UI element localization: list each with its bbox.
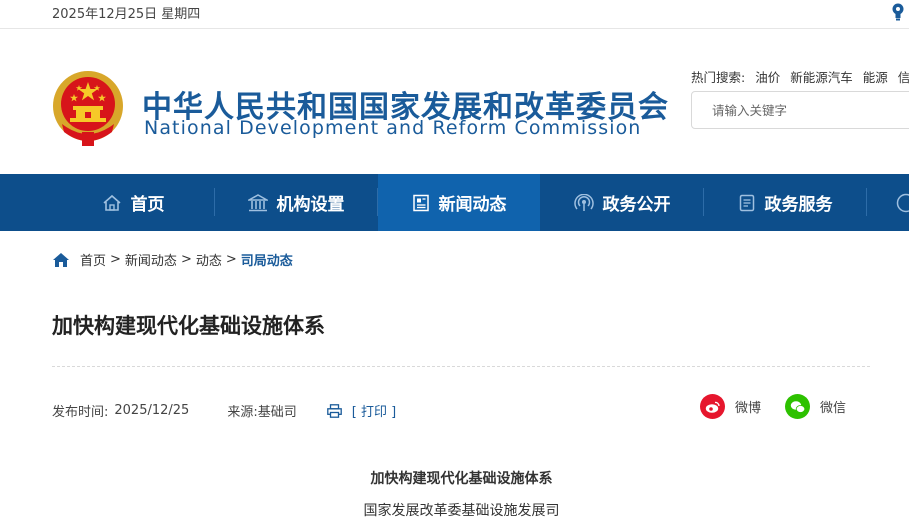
print-label: [ 打印 ]: [351, 405, 397, 420]
nav-item-government-affairs[interactable]: 政务公开: [541, 174, 703, 231]
nav-label: 政务公开: [602, 195, 671, 215]
breadcrumb-dynamics[interactable]: 动态: [196, 250, 222, 269]
national-emblem-icon: [53, 71, 123, 146]
institution-icon: [247, 193, 268, 211]
home-icon[interactable]: [52, 252, 70, 268]
hot-search-term[interactable]: 油价: [755, 70, 780, 85]
breadcrumb-current[interactable]: 司局动态: [241, 250, 293, 269]
info-icon[interactable]: [896, 193, 909, 213]
nav-item-government-services[interactable]: 政务服务: [704, 174, 866, 231]
breadcrumb-home[interactable]: 首页: [80, 250, 106, 269]
nav-item-home[interactable]: 首页: [52, 174, 214, 231]
home-icon: [102, 194, 121, 211]
nav-label: 首页: [130, 195, 165, 215]
search-input[interactable]: [710, 92, 909, 128]
publish-date: 2025/12/25: [114, 403, 190, 418]
lightbulb-icon[interactable]: [891, 3, 905, 21]
share-weibo-label: 微博: [735, 401, 762, 416]
search-box: [691, 91, 909, 129]
printer-icon: [326, 403, 342, 418]
nav-divider: [866, 188, 867, 216]
nav-item-news[interactable]: 新闻动态: [378, 174, 540, 231]
hot-search-term[interactable]: 新能源汽车: [790, 70, 853, 85]
share-wechat-label: 微信: [820, 401, 847, 416]
site-title-english: National Development and Reform Commissi…: [144, 117, 642, 139]
title-divider: [52, 366, 870, 367]
nav-label: 政务服务: [764, 195, 833, 215]
current-date: 2025年12月25日 星期四: [52, 7, 201, 22]
breadcrumb: 首页 > 新闻动态 > 动态 > 司局动态: [52, 250, 293, 269]
article-body-title: 加快构建现代化基础设施体系: [370, 471, 553, 487]
top-bar: 2025年12月25日 星期四: [0, 0, 909, 29]
breadcrumb-news[interactable]: 新闻动态: [125, 250, 177, 269]
article-body-author: 国家发展改革委基础设施发展司: [363, 503, 560, 519]
news-icon: [412, 194, 429, 211]
share-wechat-button[interactable]: 微信: [785, 394, 846, 419]
hot-search-label: 热门搜索:: [691, 70, 746, 85]
weibo-icon: [700, 394, 725, 419]
breadcrumb-separator: >: [110, 252, 121, 267]
breadcrumb-separator: >: [225, 252, 237, 267]
hot-search-term[interactable]: 能源: [863, 70, 888, 85]
hot-searches: 热门搜索: 油价 新能源汽车 能源 信: [691, 67, 909, 86]
nav-item-institutions[interactable]: 机构设置: [215, 174, 377, 231]
broadcast-icon: [573, 193, 594, 211]
wechat-icon: [785, 394, 810, 419]
nav-label: 新闻动态: [438, 195, 507, 215]
breadcrumb-separator: >: [180, 252, 192, 267]
document-icon: [739, 194, 754, 211]
share-weibo-button[interactable]: 微博: [700, 394, 761, 419]
publish-label: 发布时间:: [52, 405, 109, 420]
article-meta: 发布时间: 2025/12/25 来源: 基础司 [ 打印 ]: [52, 401, 396, 420]
article-title: 加快构建现代化基础设施体系: [52, 314, 325, 338]
print-button[interactable]: [ 打印 ]: [326, 401, 397, 420]
source-label: 来源:: [227, 405, 258, 420]
nav-label: 机构设置: [276, 195, 345, 215]
hot-search-term[interactable]: 信: [898, 70, 909, 85]
source-value: 基础司: [257, 405, 297, 420]
main-nav: 首页 机构设置 新闻动态 政务公开 政务服务: [0, 174, 909, 231]
